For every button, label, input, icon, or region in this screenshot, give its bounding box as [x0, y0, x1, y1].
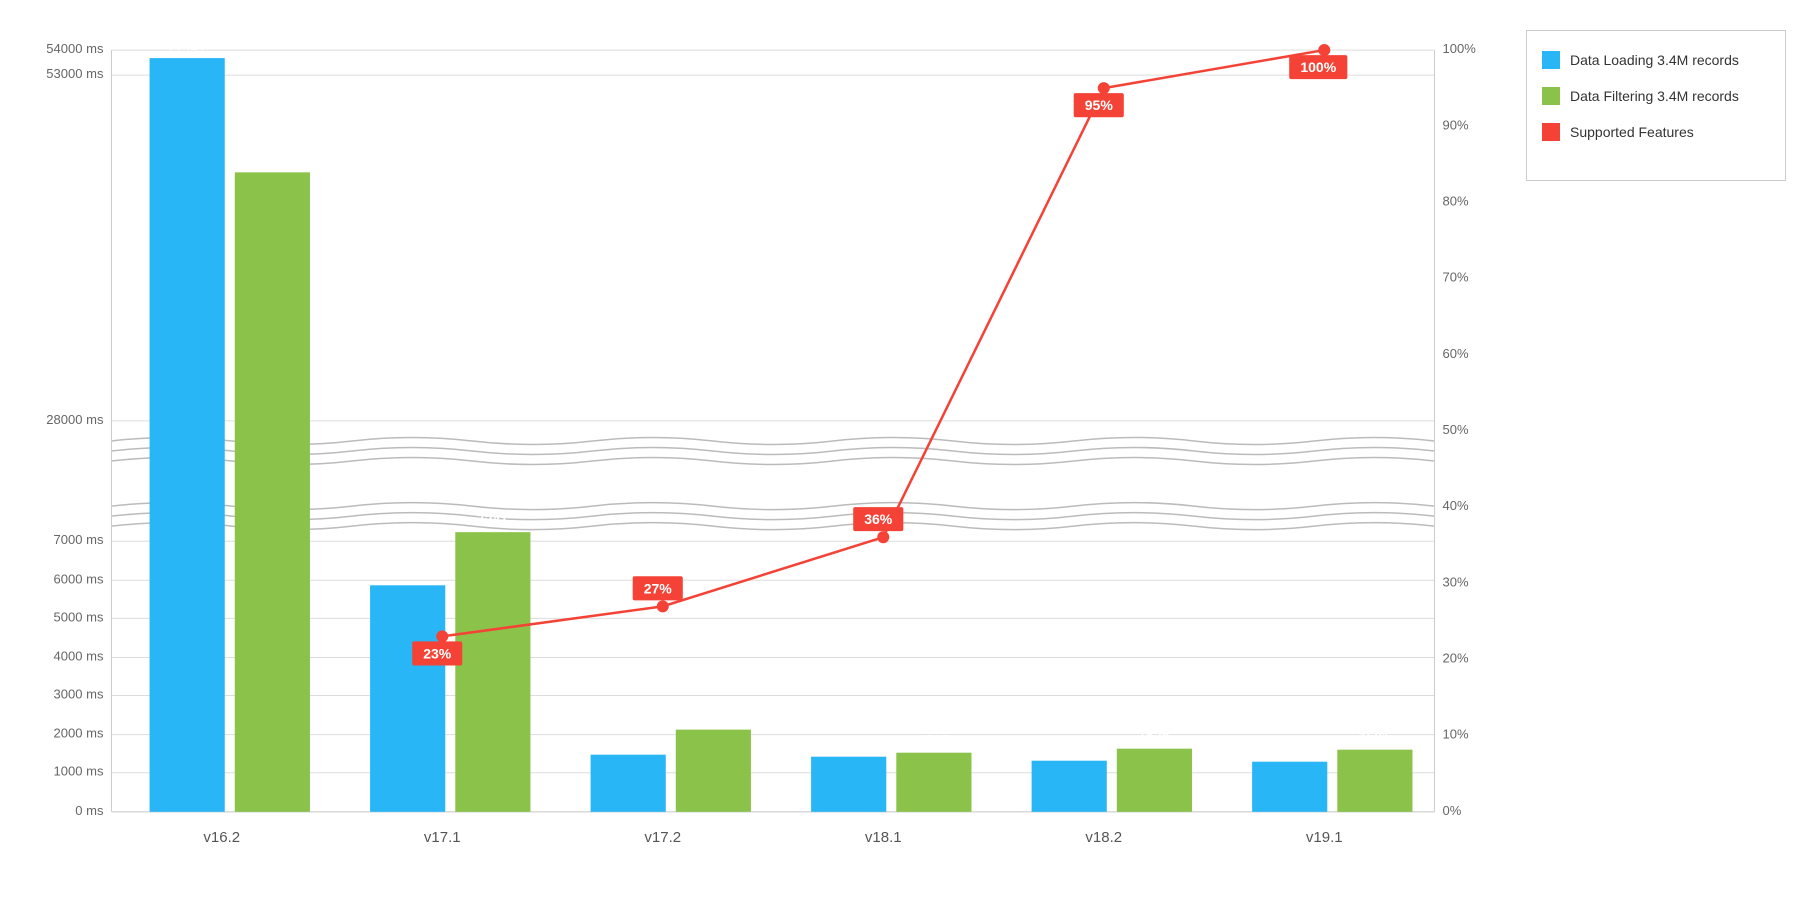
y-right-80: 80%	[1443, 193, 1469, 208]
y-right-70: 70%	[1443, 270, 1469, 285]
x-label-v182: v18.2	[1085, 829, 1122, 846]
bar-v181-blue	[811, 757, 886, 812]
dot-v181	[877, 531, 889, 543]
y-label-2000: 2000 ms	[54, 726, 104, 741]
label-v172-green: 2112	[698, 709, 729, 725]
label-v162-green: 27786	[252, 151, 291, 167]
y-label-5000: 5000 ms	[54, 609, 104, 624]
y-right-50: 50%	[1443, 422, 1469, 437]
dot-v191	[1318, 44, 1330, 56]
label-v171-green: 7241	[477, 511, 508, 527]
label-v181-blue: 1428	[833, 736, 864, 752]
bar-v191-blue	[1252, 762, 1327, 812]
y-label-6000: 6000 ms	[54, 571, 104, 586]
pct-label-v172: 27%	[644, 580, 673, 596]
pct-label-v181: 36%	[864, 511, 893, 527]
line-supported-features	[442, 50, 1324, 636]
label-v172-blue: 1481	[612, 734, 643, 750]
label-v171-blue: 5849	[392, 564, 423, 580]
chart-area: 0 ms 1000 ms 2000 ms 3000 ms 4000 ms 500…	[20, 20, 1516, 892]
y-label-4000: 4000 ms	[54, 648, 104, 663]
bar-v162-green	[235, 172, 310, 811]
y-label-54000: 54000 ms	[46, 41, 104, 56]
y-right-60: 60%	[1443, 346, 1469, 361]
label-v182-blue: 1321	[1053, 740, 1084, 756]
label-v191-blue: 1287	[1274, 741, 1305, 757]
y-right-10: 10%	[1443, 727, 1469, 742]
pct-label-v171: 23%	[423, 645, 452, 661]
y-right-40: 40%	[1443, 498, 1469, 513]
y-label-0: 0 ms	[75, 803, 104, 818]
x-label-v162: v16.2	[203, 829, 240, 846]
pct-label-v182: 95%	[1085, 97, 1114, 113]
bar-v171-green	[455, 532, 530, 812]
legend-label-red: Supported Features	[1570, 123, 1694, 141]
y-label-3000: 3000 ms	[54, 687, 104, 702]
pct-label-v191: 100%	[1300, 59, 1336, 75]
dot-v171	[436, 630, 448, 642]
x-label-v171: v17.1	[424, 829, 461, 846]
main-chart-svg: 0 ms 1000 ms 2000 ms 3000 ms 4000 ms 500…	[20, 20, 1516, 892]
legend-label-blue: Data Loading 3.4M records	[1570, 51, 1739, 69]
chart-container: 0 ms 1000 ms 2000 ms 3000 ms 4000 ms 500…	[0, 0, 1806, 912]
bar-v191-green	[1337, 750, 1412, 812]
bar-v171-blue	[370, 585, 445, 812]
x-label-v191: v19.1	[1306, 829, 1343, 846]
y-label-28000: 28000 ms	[46, 412, 104, 427]
y-label-7000: 7000 ms	[54, 532, 104, 547]
label-v162-blue: 53426	[167, 37, 206, 53]
legend-color-green	[1542, 87, 1560, 105]
y-label-53000: 53000 ms	[46, 66, 104, 81]
legend-color-blue	[1542, 51, 1560, 69]
legend-color-red	[1542, 123, 1560, 141]
bar-v172-green	[676, 730, 751, 812]
bar-v181-green	[896, 753, 971, 812]
bar-v182-green	[1117, 749, 1192, 812]
label-v181-green: 1527	[918, 732, 949, 748]
label-v182-green: 1628	[1138, 728, 1169, 744]
y-right-90: 90%	[1443, 117, 1469, 132]
dot-v172	[657, 600, 669, 612]
bar-v182-blue	[1032, 761, 1107, 812]
y-label-1000: 1000 ms	[54, 764, 104, 779]
legend: Data Loading 3.4M records Data Filtering…	[1526, 30, 1786, 181]
bar-v162-blue	[150, 58, 225, 812]
label-v191-green: 1601	[1359, 729, 1390, 745]
bar-v172-blue	[591, 755, 666, 812]
y-right-30: 30%	[1443, 574, 1469, 589]
y-right-20: 20%	[1443, 650, 1469, 665]
legend-item-red: Supported Features	[1542, 123, 1770, 141]
x-label-v181: v18.1	[865, 829, 902, 846]
dot-v182	[1098, 82, 1110, 94]
x-label-v172: v17.2	[644, 829, 681, 846]
legend-label-green: Data Filtering 3.4M records	[1570, 87, 1739, 105]
y-right-0: 0%	[1443, 803, 1462, 818]
y-right-100: 100%	[1443, 41, 1477, 56]
legend-item-green: Data Filtering 3.4M records	[1542, 87, 1770, 105]
legend-item-blue: Data Loading 3.4M records	[1542, 51, 1770, 69]
